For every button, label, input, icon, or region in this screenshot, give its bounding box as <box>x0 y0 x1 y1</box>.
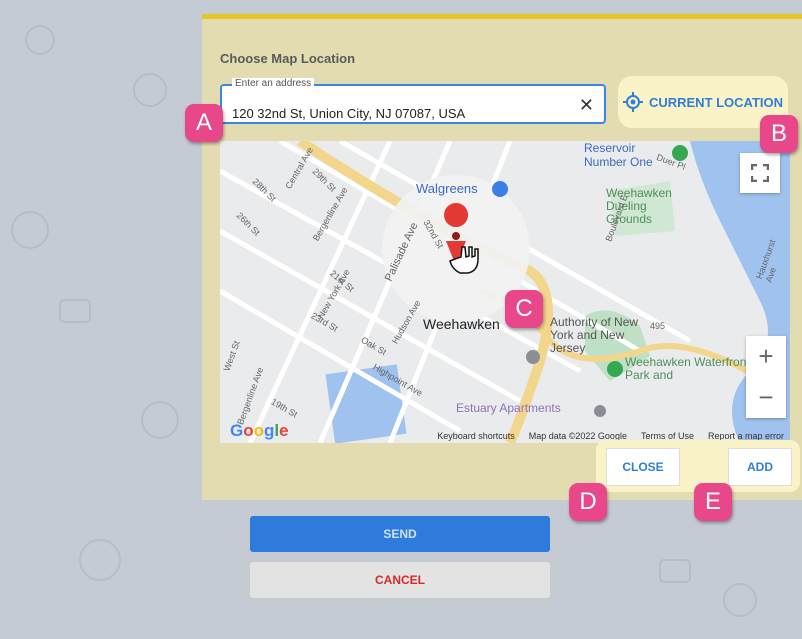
address-input-value[interactable]: 120 32nd St, Union City, NJ 07087, USA <box>232 106 465 121</box>
map-label-reservoir: Reservoir Number One <box>584 141 653 169</box>
map-label-weehawken: Weehawken <box>423 316 500 332</box>
map-label-port-authority: Authority of New York and New Jersey <box>550 315 639 355</box>
google-logo: Google <box>230 421 289 440</box>
annotation-badge-d: D <box>569 483 607 521</box>
cancel-button[interactable]: CANCEL <box>250 562 550 598</box>
keyboard-shortcuts-link[interactable]: Keyboard shortcuts <box>437 431 515 441</box>
close-button[interactable]: CLOSE <box>606 448 680 486</box>
map-canvas <box>220 141 790 443</box>
address-input[interactable]: Enter an address 120 32nd St, Union City… <box>220 78 606 124</box>
add-button[interactable]: ADD <box>728 448 792 486</box>
current-location-label: CURRENT LOCATION <box>648 94 784 110</box>
dialog-title: Choose Map Location <box>220 51 356 66</box>
annotation-badge-a: A <box>185 104 223 142</box>
close-icon[interactable]: ✕ <box>579 96 594 114</box>
map-location-dialog: Choose Map Location Enter an address 120… <box>202 14 802 500</box>
zoom-in-button[interactable]: + <box>746 336 786 377</box>
address-input-label: Enter an address <box>232 78 315 89</box>
map-label-estuary: Estuary Apartments <box>456 401 561 415</box>
crosshair-icon <box>622 92 643 112</box>
map-view[interactable]: Walgreens Weehawken Weehawken Dueling Gr… <box>220 141 790 443</box>
annotation-badge-e: E <box>694 483 732 521</box>
map-label-495: 495 <box>650 321 666 331</box>
fullscreen-button[interactable] <box>740 153 780 193</box>
map-label-walgreens: Walgreens <box>416 181 478 196</box>
annotation-badge-b: B <box>760 115 798 153</box>
zoom-controls: + − <box>746 336 786 418</box>
fullscreen-icon <box>751 164 769 182</box>
zoom-out-button[interactable]: − <box>746 377 786 418</box>
map-label-waterfront: Weehawken Waterfront Park and <box>625 355 750 382</box>
send-button[interactable]: SEND <box>250 516 550 552</box>
annotation-badge-c: C <box>505 290 543 328</box>
